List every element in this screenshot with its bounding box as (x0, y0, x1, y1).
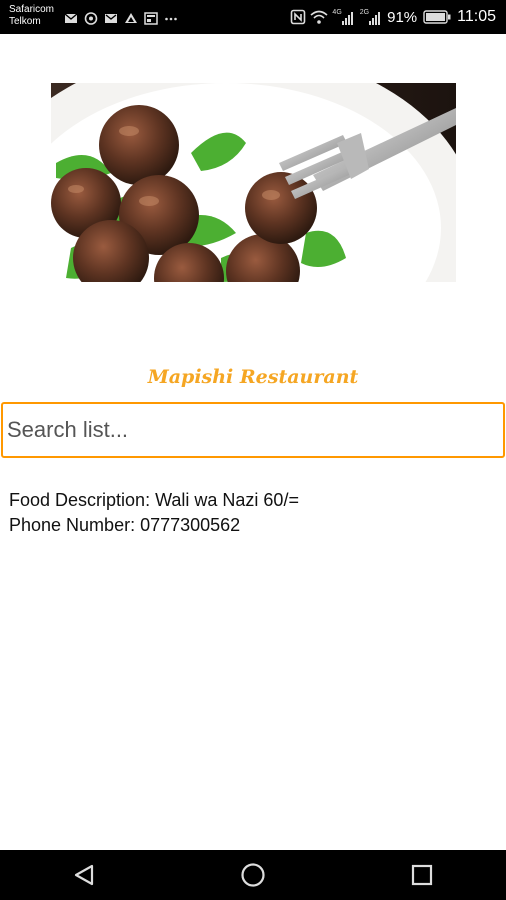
notification-icons (64, 10, 178, 26)
clock: 11:05 (457, 8, 496, 25)
search-box[interactable] (1, 402, 505, 458)
network-label-1: 4G (332, 9, 342, 16)
recents-square-icon (411, 864, 432, 886)
carrier-label: Safaricom Telkom (9, 4, 54, 28)
meatballs-image (51, 83, 456, 282)
network-label-2: 2G (359, 9, 370, 16)
wifi-icon (310, 10, 328, 24)
results-list: Food Description: Wali wa Nazi 60/= Phon… (9, 488, 499, 538)
more-icon (165, 17, 177, 20)
restaurant-title: Mapishi Restaurant (147, 366, 359, 388)
navigation-bar (0, 850, 506, 900)
hero-image (51, 83, 456, 282)
gmail-icon (105, 13, 117, 23)
mail-icon (64, 12, 78, 23)
search-input[interactable] (3, 404, 503, 456)
whatsapp-icon (84, 11, 98, 25)
signal-2: 2G (360, 9, 383, 25)
battery-percent: 91% (387, 8, 418, 26)
phone-number: Phone Number: 0777300562 (9, 515, 241, 535)
status-bar: Safaricom Telkom 4G 2G 91% 11:05 (0, 0, 506, 34)
signal-1: 4G (332, 9, 355, 25)
list-item[interactable]: Food Description: Wali wa Nazi 60/= Phon… (9, 488, 499, 538)
home-circle-icon (241, 863, 265, 887)
signal-icon (341, 12, 353, 25)
battery-icon (423, 10, 451, 24)
status-right: 4G 2G 91% 11:05 (290, 6, 506, 28)
nfc-icon (291, 9, 306, 25)
carrier-line-2: Telkom (9, 16, 41, 27)
carrier-line-1: Safaricom (9, 4, 55, 15)
home-button[interactable] (223, 850, 283, 900)
signal-icon (369, 12, 381, 25)
drive-icon (125, 12, 137, 23)
back-triangle-icon (75, 864, 94, 886)
news-icon (144, 11, 158, 25)
recents-button[interactable] (392, 850, 452, 900)
back-button[interactable] (54, 850, 114, 900)
food-description: Food Description: Wali wa Nazi 60/= (9, 490, 299, 510)
